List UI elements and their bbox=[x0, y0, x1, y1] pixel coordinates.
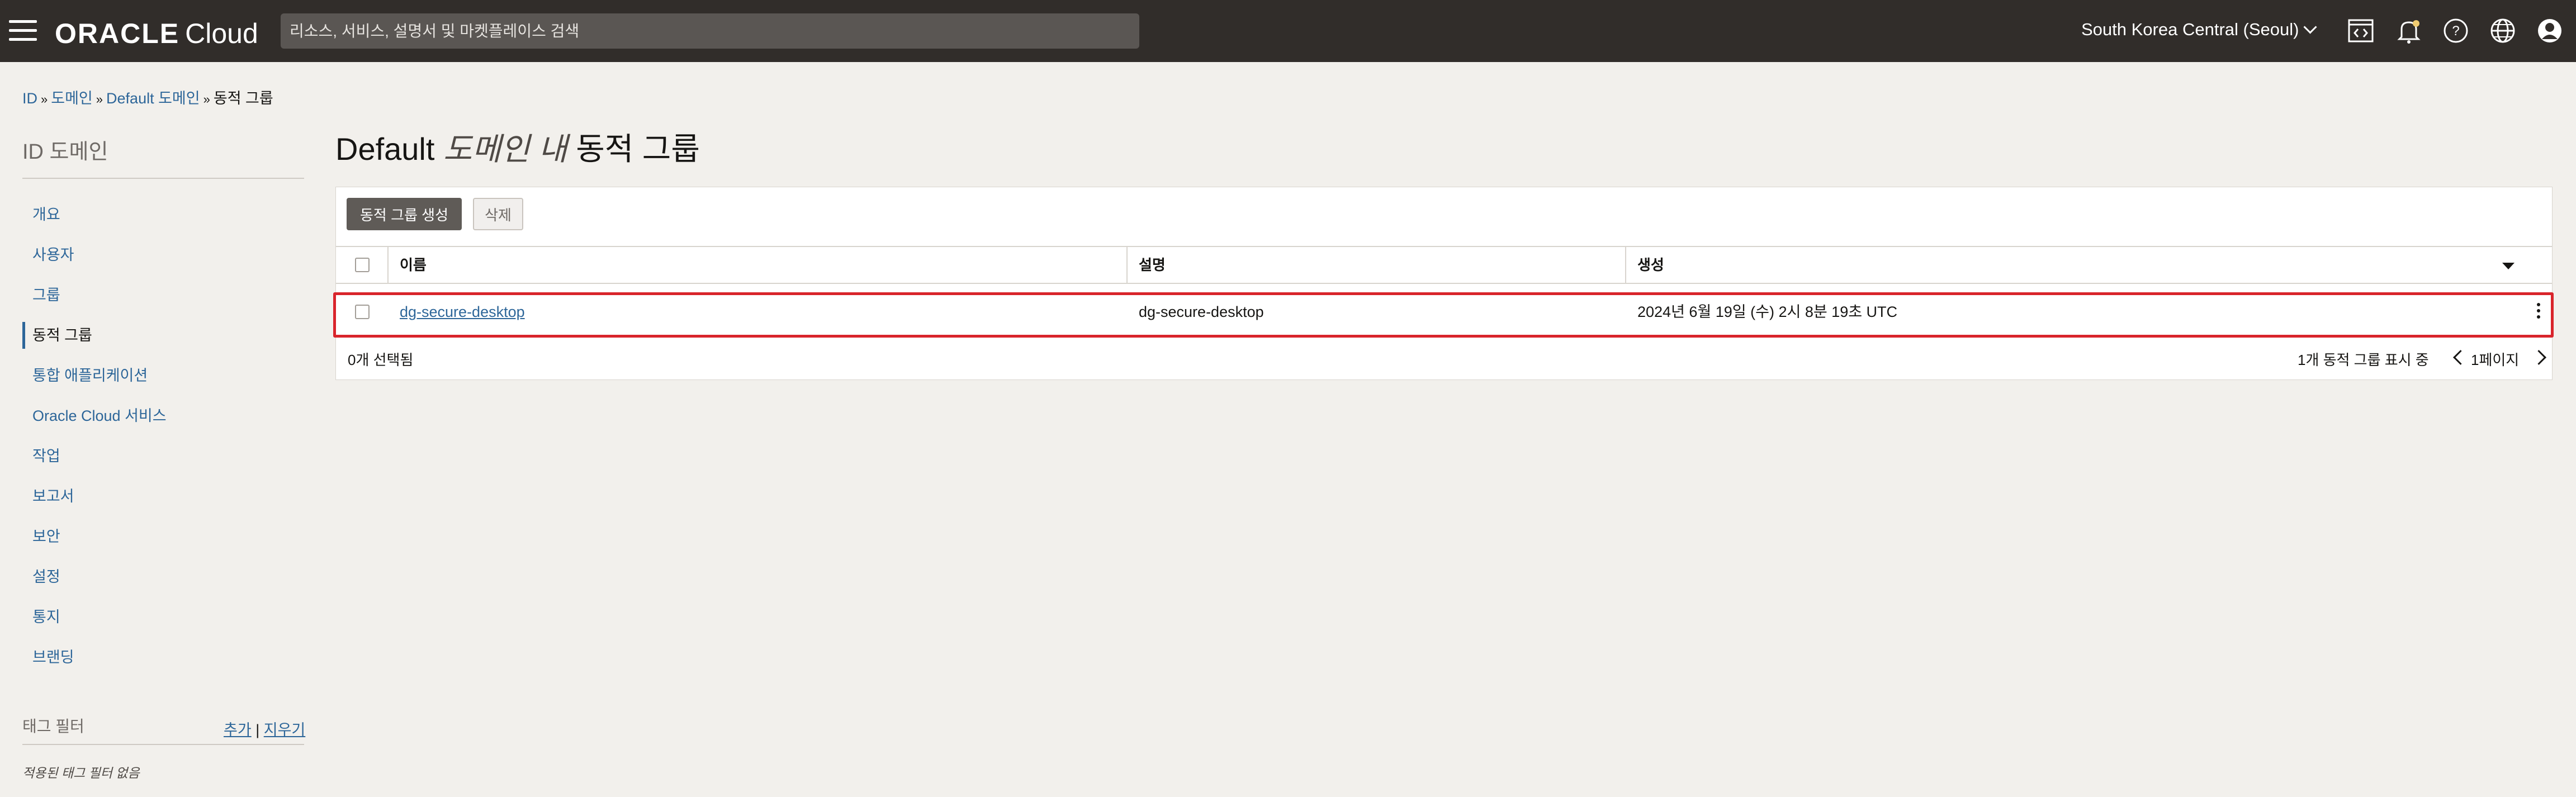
tag-filter-separator: | bbox=[255, 722, 260, 738]
globe-icon[interactable] bbox=[2489, 17, 2517, 45]
sidebar-item-settings[interactable]: 설정 bbox=[22, 563, 304, 604]
sidebar-item-notifications[interactable]: 통지 bbox=[22, 604, 304, 644]
sort-descending-icon[interactable] bbox=[2502, 263, 2515, 269]
user-profile-icon[interactable] bbox=[2536, 17, 2564, 45]
sidebar-divider bbox=[22, 178, 304, 179]
column-separator bbox=[1126, 247, 1128, 283]
sidebar-item-groups[interactable]: 그룹 bbox=[22, 282, 304, 322]
breadcrumb-domains[interactable]: 도메인 bbox=[51, 90, 93, 107]
tag-filter-empty-text: 적용된 태그 필터 없음 bbox=[22, 766, 140, 780]
sidebar-item-integrated-applications[interactable]: 통합 애플리케이션 bbox=[22, 362, 304, 402]
selected-count: 0개 선택됨 bbox=[348, 352, 414, 368]
create-dynamic-group-button[interactable]: 동적 그룹 생성 bbox=[347, 198, 462, 230]
code-editor-icon[interactable] bbox=[2347, 17, 2375, 45]
region-label: South Korea Central (Seoul) bbox=[2081, 20, 2299, 39]
bell-icon[interactable] bbox=[2395, 17, 2423, 45]
breadcrumb-id[interactable]: ID bbox=[22, 90, 37, 107]
showing-count: 1개 동적 그룹 표시 중 bbox=[2298, 352, 2429, 368]
sidebar-item-dynamic-groups[interactable]: 동적 그룹 bbox=[22, 322, 304, 362]
logo-product-text: Cloud bbox=[185, 18, 258, 49]
sidebar-item-reports[interactable]: 보고서 bbox=[22, 483, 304, 523]
tag-filter-label: 태그 필터 bbox=[22, 718, 84, 735]
tag-filter-divider bbox=[22, 744, 304, 745]
svg-text:?: ? bbox=[2452, 23, 2459, 39]
column-separator bbox=[387, 247, 389, 283]
column-header-name[interactable]: 이름 bbox=[400, 247, 427, 283]
delete-button[interactable]: 삭제 bbox=[473, 198, 523, 230]
menu-icon[interactable] bbox=[9, 20, 37, 41]
help-icon[interactable]: ? bbox=[2442, 17, 2470, 45]
sidebar-nav: 개요 사용자 그룹 동적 그룹 통합 애플리케이션 Oracle Cloud 서… bbox=[22, 201, 304, 684]
clear-tag-filter-link[interactable]: 지우기 bbox=[264, 722, 306, 738]
column-header-created[interactable]: 생성 bbox=[1637, 247, 1664, 283]
region-selector[interactable]: South Korea Central (Seoul) bbox=[2081, 20, 2317, 40]
sidebar-item-branding[interactable]: 브랜딩 bbox=[22, 644, 304, 684]
row-highlight-box bbox=[333, 292, 2554, 338]
breadcrumb-separator: » bbox=[41, 92, 48, 106]
breadcrumb: ID» 도메인» Default 도메인» 동적 그룹 bbox=[22, 86, 273, 108]
page-title-resource: 동적 그룹 bbox=[576, 131, 700, 167]
sidebar-item-security[interactable]: 보안 bbox=[22, 523, 304, 563]
top-navigation-bar: ORACLECloud South Korea Central (Seoul) … bbox=[0, 0, 2576, 62]
chevron-down-icon bbox=[2303, 20, 2317, 34]
table-header-row: 이름 설명 생성 bbox=[336, 246, 2552, 284]
column-separator bbox=[1625, 247, 1626, 283]
tag-filter-actions: 추가 | 지우기 bbox=[224, 718, 305, 739]
breadcrumb-separator: » bbox=[96, 92, 103, 106]
breadcrumb-current: 동적 그룹 bbox=[213, 90, 273, 107]
add-tag-filter-link[interactable]: 추가 bbox=[224, 722, 252, 738]
select-all-checkbox[interactable] bbox=[355, 258, 370, 272]
sidebar-item-oracle-cloud-services[interactable]: Oracle Cloud 서비스 bbox=[22, 402, 304, 443]
page-title-domain: Default bbox=[335, 131, 435, 167]
logo-brand-text: ORACLE bbox=[55, 18, 180, 49]
search-input[interactable] bbox=[281, 13, 1139, 49]
current-page: 1페이지 bbox=[2471, 352, 2520, 368]
sidebar-title: ID 도메인 bbox=[22, 140, 108, 164]
breadcrumb-default-domain[interactable]: Default 도메인 bbox=[106, 90, 200, 107]
sidebar-item-overview[interactable]: 개요 bbox=[22, 201, 304, 241]
sidebar-item-jobs[interactable]: 작업 bbox=[22, 443, 304, 483]
oracle-cloud-logo[interactable]: ORACLE Cloud bbox=[55, 17, 258, 50]
column-header-description[interactable]: 설명 bbox=[1139, 247, 1166, 283]
page-title-italic: 도메인 내 bbox=[443, 131, 567, 167]
sidebar-item-users[interactable]: 사용자 bbox=[22, 241, 304, 282]
breadcrumb-separator: » bbox=[203, 92, 210, 106]
page-title: Default 도메인 내 동적 그룹 bbox=[335, 124, 700, 169]
